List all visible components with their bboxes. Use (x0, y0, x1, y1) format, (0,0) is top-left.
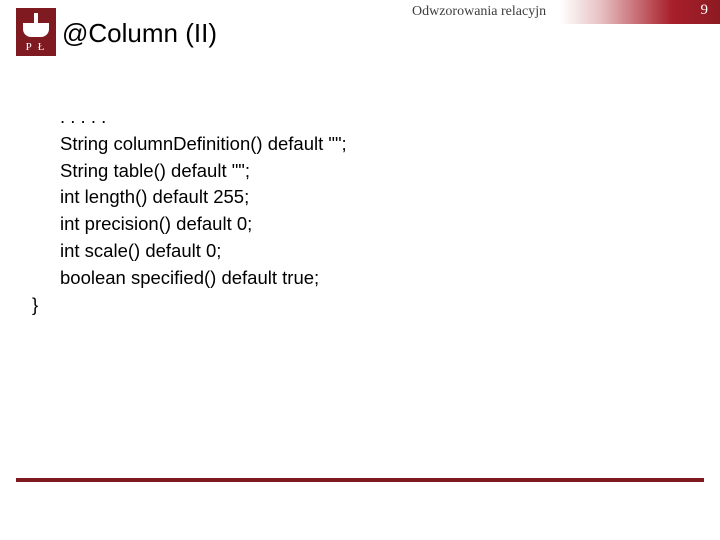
logo-letters: PŁ (22, 41, 51, 53)
code-line: . . . . . (32, 104, 347, 131)
page-number: 9 (701, 2, 709, 19)
code-line: boolean specified() default true; (32, 265, 347, 292)
code-line: String columnDefinition() default ""; (32, 131, 347, 158)
boat-icon (23, 23, 49, 37)
code-line: int length() default 255; (32, 184, 347, 211)
slide: 9 Odwzorowania relacyjn PŁ @Column (II) … (0, 0, 720, 540)
code-line: int scale() default 0; (32, 238, 347, 265)
university-logo: PŁ (16, 8, 56, 56)
header-label: Odwzorowania relacyjn (412, 4, 546, 20)
code-line: int precision() default 0; (32, 211, 347, 238)
code-block: . . . . . String columnDefinition() defa… (32, 104, 347, 319)
code-line: String table() default ""; (32, 158, 347, 185)
header-gradient (560, 0, 720, 24)
code-close-brace: } (32, 292, 347, 319)
bottom-rule (16, 478, 704, 482)
page-title: @Column (II) (62, 18, 217, 49)
